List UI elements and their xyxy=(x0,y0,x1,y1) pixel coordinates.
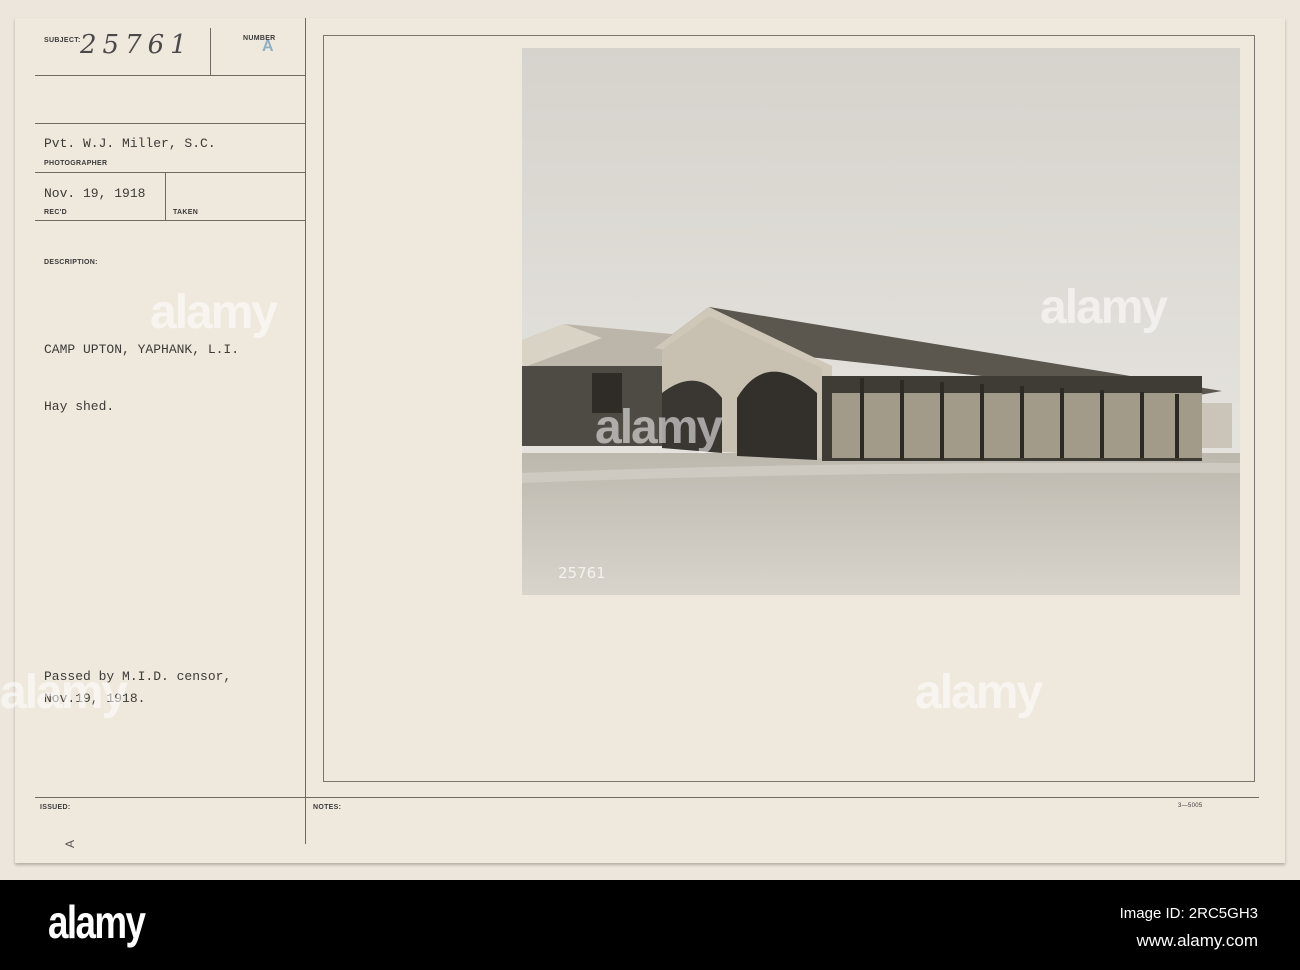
watermark: alamy xyxy=(0,666,128,719)
footer-bar xyxy=(0,880,1300,970)
divider xyxy=(35,123,305,124)
watermark: alamy xyxy=(150,286,278,339)
received-label: REC'D xyxy=(44,209,67,216)
negative-number: 25761 xyxy=(558,564,606,582)
watermark: alamy xyxy=(915,666,1043,719)
divider xyxy=(35,220,305,221)
description-text: Hay shed. xyxy=(44,399,115,414)
subject-label: SUBJECT: xyxy=(44,37,81,44)
photographer-value: Pvt. W.J. Miller, S.C. xyxy=(44,136,216,151)
watermark: alamy xyxy=(1040,281,1168,334)
image-id: Image ID: 2RC5GH3 xyxy=(1119,905,1258,922)
alamy-logo: alamy xyxy=(48,896,146,948)
issued-mark: A xyxy=(63,839,78,849)
divider xyxy=(35,172,305,173)
notes-label: NOTES: xyxy=(313,804,342,811)
photographer-label: PHOTOGRAPHER xyxy=(44,160,108,167)
column-divider xyxy=(305,18,306,844)
description-label: DESCRIPTION: xyxy=(44,259,98,266)
subject-value: 25761 xyxy=(80,30,193,60)
number-value: A xyxy=(262,38,274,55)
watermark: alamy xyxy=(595,401,723,454)
taken-label: TAKEN xyxy=(173,209,199,216)
description-location: CAMP UPTON, YAPHANK, L.I. xyxy=(44,342,240,357)
form-number: 3—5005 xyxy=(1178,803,1203,809)
divider xyxy=(210,28,211,75)
divider xyxy=(35,75,305,76)
received-value: Nov. 19, 1918 xyxy=(44,186,146,201)
issued-label: ISSUED: xyxy=(40,804,71,811)
website: www.alamy.com xyxy=(1136,931,1258,950)
bottom-divider xyxy=(35,797,1259,798)
divider xyxy=(165,172,166,220)
